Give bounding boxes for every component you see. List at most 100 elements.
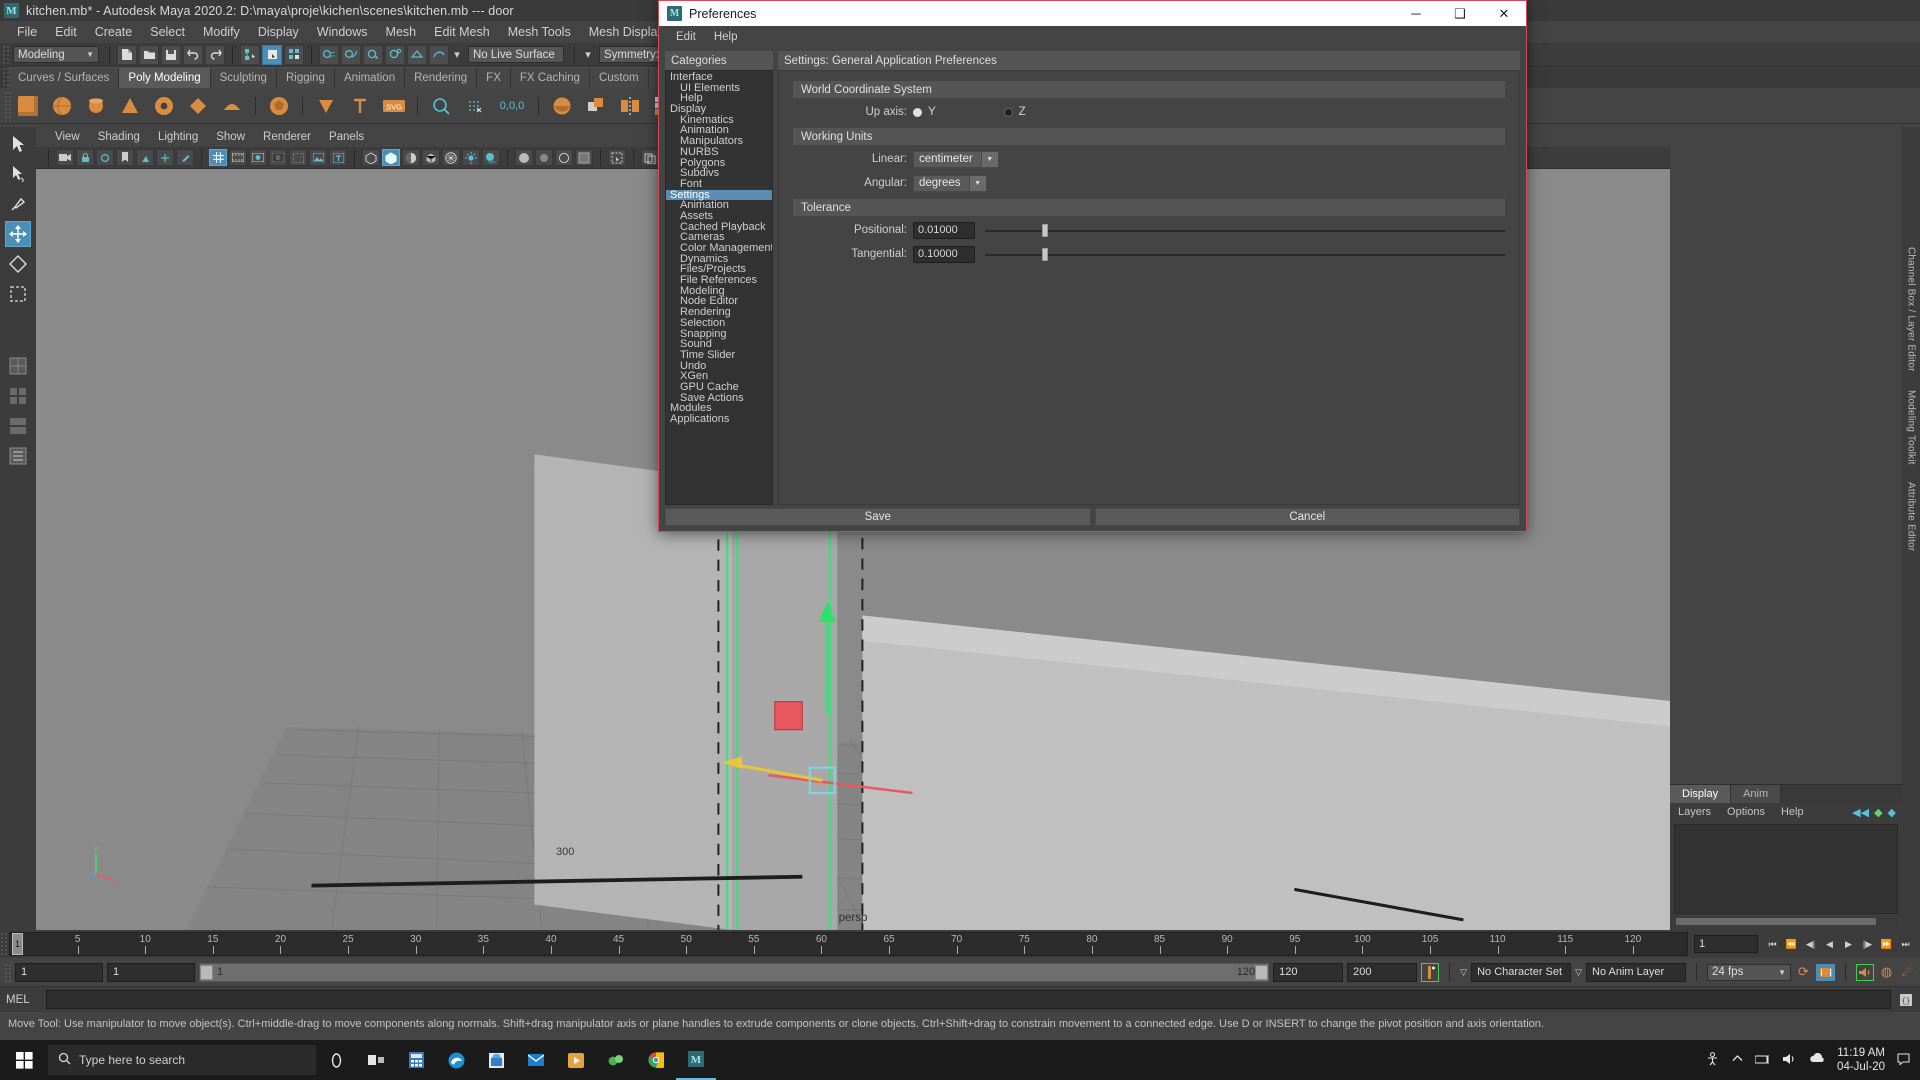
exposure-icon[interactable]: [289, 149, 307, 166]
shelf-icons-gripper[interactable]: [4, 90, 11, 121]
menu-item-create[interactable]: Create: [86, 23, 142, 41]
grease-pencil-icon[interactable]: [176, 149, 194, 166]
maya-taskbar-icon[interactable]: M: [676, 1040, 716, 1080]
category-item-nurbs[interactable]: NURBS: [666, 146, 772, 158]
animation-preferences-loop-icon[interactable]: ⟳: [1795, 964, 1812, 981]
smooth-shade-selected-icon[interactable]: [402, 149, 420, 166]
play-forwards-button[interactable]: ▶: [1840, 936, 1857, 953]
tool-rotate[interactable]: [5, 251, 31, 277]
shadows-icon[interactable]: [482, 149, 500, 166]
shelf-tab-sculpting[interactable]: Sculpting: [210, 67, 277, 88]
menu-item-display[interactable]: Display: [249, 23, 308, 41]
open-scene-button[interactable]: [139, 44, 159, 65]
tangential-tolerance-field[interactable]: 0.10000: [913, 245, 975, 263]
network-icon[interactable]: [1754, 1053, 1770, 1068]
preferences-dialog[interactable]: M Preferences ─ ❑ ✕ Edit Help Categories…: [658, 0, 1527, 532]
menu-item-mesh[interactable]: Mesh: [377, 23, 426, 41]
command-language-label[interactable]: MEL: [6, 994, 40, 1006]
panel-menu-renderer[interactable]: Renderer: [254, 131, 320, 143]
tool-layout-single[interactable]: [5, 353, 31, 379]
taskbar-search-box[interactable]: Type here to search: [48, 1045, 316, 1075]
step-back-frame-button[interactable]: ◀|: [1802, 936, 1819, 953]
anim-end-field[interactable]: 200: [1347, 962, 1418, 982]
xray-icon[interactable]: [515, 149, 533, 166]
isolate-select-icon[interactable]: [608, 149, 626, 166]
anim-layer-chevron-icon[interactable]: ▽: [1575, 967, 1582, 978]
categories-list[interactable]: Interface UI Elements Help Display Kinematic…: [665, 70, 773, 505]
sketchup-icon[interactable]: [596, 1040, 636, 1080]
poly-cylinder-button[interactable]: [81, 91, 111, 121]
mail-icon[interactable]: [516, 1040, 556, 1080]
poly-cube-button[interactable]: [13, 91, 43, 121]
menu-item-modify[interactable]: Modify: [194, 23, 249, 41]
cortana-icon[interactable]: [316, 1040, 356, 1080]
workspace-selector[interactable]: Modeling ▼: [13, 46, 99, 63]
playhead[interactable]: 1: [12, 933, 23, 955]
volume-icon[interactable]: [1782, 1053, 1797, 1068]
menu-item-mesh-tools[interactable]: Mesh Tools: [499, 23, 580, 41]
chrome-icon[interactable]: [636, 1040, 676, 1080]
positional-tolerance-slider[interactable]: [985, 222, 1505, 239]
range-slider-left-handle[interactable]: [200, 964, 213, 980]
save-scene-button[interactable]: [161, 44, 181, 65]
command-line-input[interactable]: [46, 990, 1891, 1009]
layer-menu-options[interactable]: Options: [1727, 806, 1765, 818]
close-button[interactable]: ✕: [1482, 1, 1526, 26]
accessibility-icon[interactable]: [1705, 1051, 1720, 1069]
maximize-button[interactable]: ❑: [1438, 1, 1482, 26]
range-start-field-2[interactable]: 1: [107, 962, 195, 982]
current-frame-field[interactable]: 1: [1694, 935, 1758, 953]
anim-start-field[interactable]: 120: [1273, 962, 1344, 982]
layer-prev-icon[interactable]: ◀◀: [1852, 806, 1869, 819]
layer-list-scrollbar[interactable]: [1674, 917, 1898, 926]
select-by-component-button[interactable]: [284, 44, 304, 65]
menu-item-windows[interactable]: Windows: [308, 23, 377, 41]
snap-to-point-button[interactable]: [363, 44, 383, 65]
poly-text-tool-button[interactable]: [345, 91, 375, 121]
snap-to-grid-button[interactable]: [319, 44, 339, 65]
anim-layer-field[interactable]: No Anim Layer: [1586, 962, 1686, 982]
tool-layout-two-stacked[interactable]: [5, 413, 31, 439]
panel-menu-lighting[interactable]: Lighting: [149, 131, 207, 143]
go-to-end-button[interactable]: ⏭: [1897, 936, 1914, 953]
show-hidden-icons-chevron[interactable]: [1732, 1054, 1743, 1066]
vtab-channel-box-layer-editor[interactable]: Channel Box / Layer Editor: [1906, 247, 1917, 372]
poly-combine-button[interactable]: [547, 91, 577, 121]
lock-camera-icon[interactable]: [76, 149, 94, 166]
angular-unit-dropdown[interactable]: degrees ▼: [913, 174, 987, 192]
layer-menu-help[interactable]: Help: [1781, 806, 1804, 818]
category-item-applications[interactable]: Applications: [666, 414, 772, 425]
tool-scale[interactable]: [5, 281, 31, 307]
menu-item-select[interactable]: Select: [141, 23, 194, 41]
slider-thumb[interactable]: [1042, 223, 1049, 237]
layer-menu-layers[interactable]: Layers: [1678, 806, 1711, 818]
media-player-icon[interactable]: [556, 1040, 596, 1080]
poly-pyramid-button[interactable]: [217, 91, 247, 121]
playback-speed-selector[interactable]: 24 fps ▼: [1707, 963, 1791, 981]
select-by-object-button[interactable]: [262, 44, 282, 65]
shelf-tab-rendering[interactable]: Rendering: [405, 67, 478, 88]
layer-list[interactable]: [1674, 824, 1898, 914]
poly-svg-tool-button[interactable]: SVG: [379, 91, 409, 121]
poly-mirror-button[interactable]: [615, 91, 645, 121]
new-scene-button[interactable]: [117, 44, 137, 65]
step-forward-key-button[interactable]: ⏩: [1878, 936, 1895, 953]
poly-sphere-button[interactable]: [47, 91, 77, 121]
animation-preferences-icon[interactable]: ◍: [1878, 964, 1895, 981]
prefs-menu-help[interactable]: Help: [705, 31, 747, 43]
up-axis-z-radio[interactable]: [1003, 107, 1013, 117]
poly-cone-button[interactable]: [115, 91, 145, 121]
range-gripper[interactable]: [4, 962, 11, 982]
tool-move[interactable]: [5, 221, 31, 247]
tab-anim-layers[interactable]: Anim: [1731, 785, 1782, 803]
make-live-button[interactable]: [429, 44, 449, 65]
toolbar-gripper[interactable]: [2, 44, 9, 65]
range-slider[interactable]: 1 120: [199, 962, 1270, 982]
character-set-chevron-icon[interactable]: ▽: [1460, 967, 1467, 978]
snap-to-view-plane-button[interactable]: [407, 44, 427, 65]
undo-button[interactable]: [183, 44, 203, 65]
redo-button[interactable]: [205, 44, 225, 65]
range-slider-right-handle[interactable]: [1255, 964, 1269, 980]
symmetry-chevron-icon[interactable]: ▾: [582, 45, 594, 65]
panel-menu-shading[interactable]: Shading: [89, 131, 149, 143]
